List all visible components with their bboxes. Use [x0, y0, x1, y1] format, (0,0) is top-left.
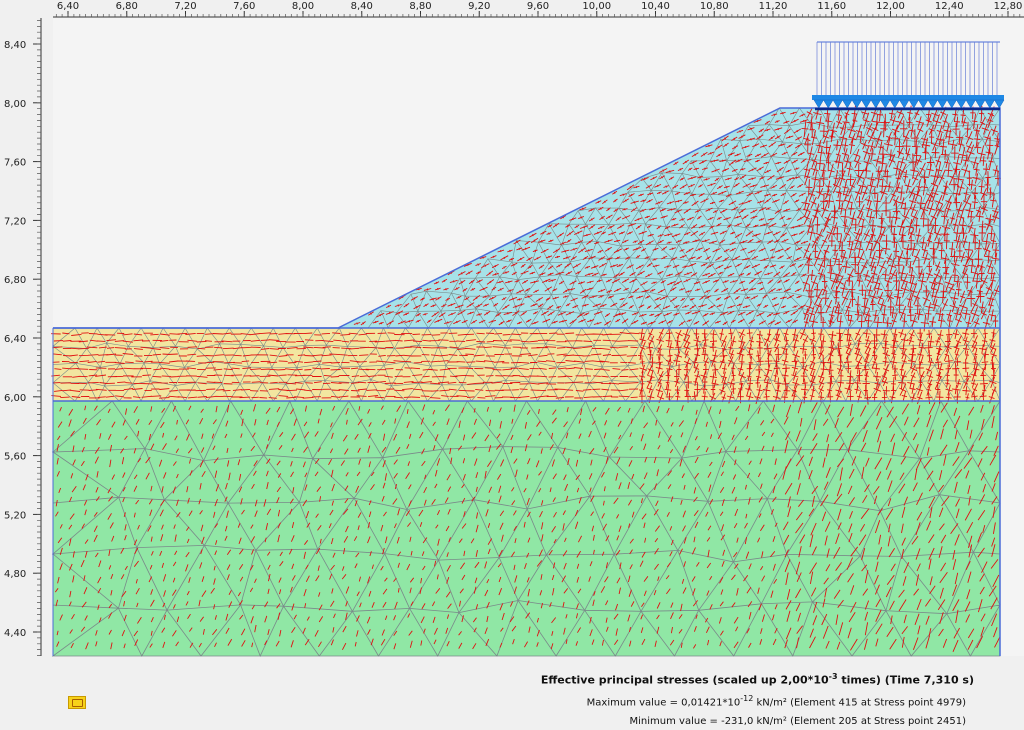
x-tick-label: 12,00	[876, 1, 905, 12]
plot-canvas[interactable]: 6,40 6,80 7,20 7,60 8,00 8,40 8,80 9,20 9,60 10,0…	[0, 0, 1024, 730]
y-tick-label: 8,00	[4, 99, 26, 110]
x-tick-label: 10,40	[641, 1, 670, 12]
load-lines	[816, 42, 998, 96]
y-tick-label: 7,20	[4, 216, 26, 227]
x-tick-label: 7,20	[174, 1, 196, 12]
x-tick-label: 8,80	[409, 1, 431, 12]
y-tick-label: 5,60	[4, 452, 26, 463]
x-tick-label: 10,80	[700, 1, 729, 12]
x-tick-label: 12,80	[994, 1, 1023, 12]
x-tick-label: 12,40	[935, 1, 964, 12]
y-tick-label: 6,40	[4, 334, 26, 345]
y-tick-label: 4,40	[4, 628, 26, 639]
y-tick-label: 4,80	[4, 569, 26, 580]
x-tick-label: 9,20	[468, 1, 490, 12]
x-tick-label: 7,60	[233, 1, 255, 12]
caption-max-value: Maximum value = 0,01421*10-12 kN/m² (Ele…	[586, 694, 966, 709]
caption-min-value: Minimum value = -231,0 kN/m² (Element 20…	[629, 716, 966, 727]
result-caption: Effective principal stresses (scaled up …	[0, 664, 1024, 730]
caption-title: Effective principal stresses (scaled up …	[540, 672, 974, 687]
x-tick-label: 11,20	[759, 1, 788, 12]
x-tick-label: 6,40	[57, 1, 79, 12]
x-tick-label: 9,60	[527, 1, 549, 12]
y-tick-label: 6,80	[4, 275, 26, 286]
load-bar	[812, 95, 1004, 100]
legend-icon[interactable]	[68, 696, 86, 709]
y-tick-label: 6,00	[4, 393, 26, 404]
y-tick-label: 8,40	[4, 40, 26, 51]
x-tick-label: 10,00	[582, 1, 611, 12]
y-tick-label: 7,60	[4, 158, 26, 169]
y-tick-label: 5,20	[4, 510, 26, 521]
x-tick-label: 6,80	[116, 1, 138, 12]
x-tick-label: 8,40	[351, 1, 373, 12]
x-tick-label: 11,60	[817, 1, 846, 12]
x-tick-label: 8,00	[292, 1, 314, 12]
